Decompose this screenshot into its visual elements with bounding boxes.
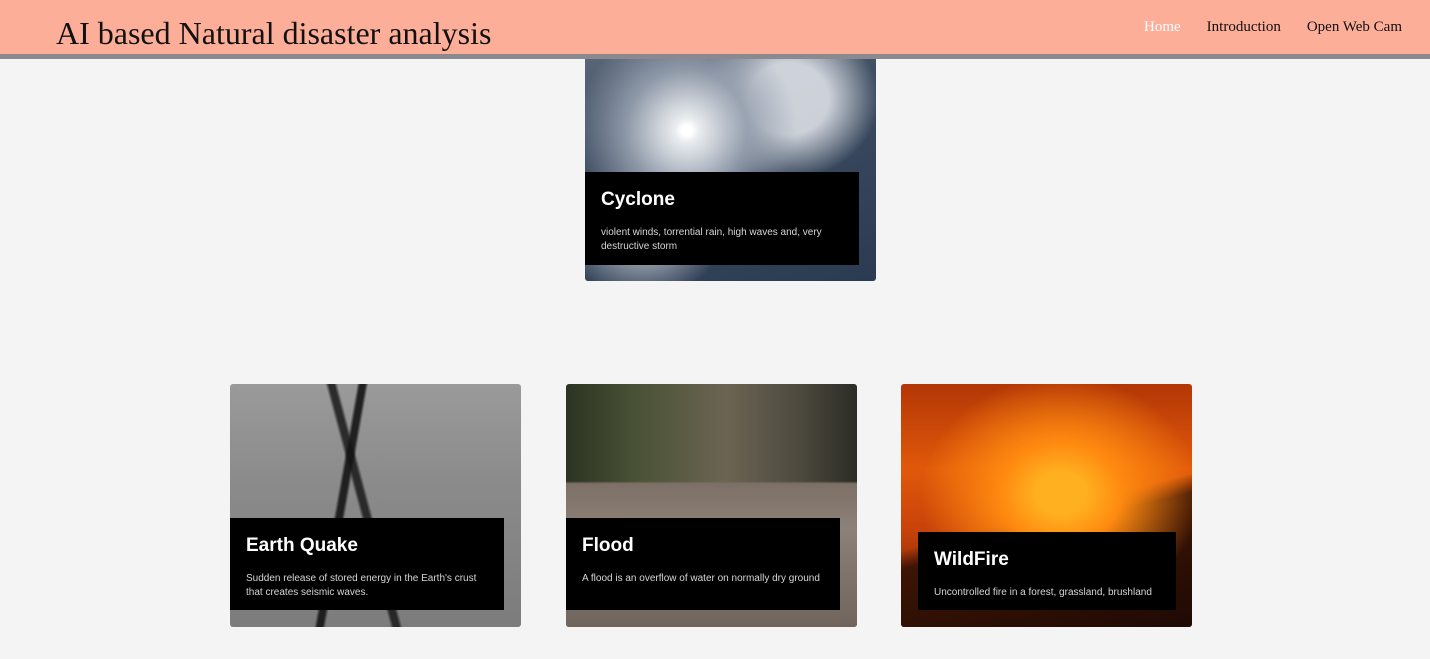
card-title: Cyclone <box>601 189 675 210</box>
card-earth-quake[interactable]: Earth Quake Sudden release of stored ene… <box>230 384 521 627</box>
card-caption: WildFire Uncontrolled fire in a forest, … <box>918 532 1176 610</box>
card-caption: Flood A flood is an overflow of water on… <box>566 518 840 610</box>
card-caption: Earth Quake Sudden release of stored ene… <box>230 518 504 610</box>
card-description: A flood is an overflow of water on norma… <box>582 573 820 584</box>
main-nav: Home Introduction Open Web Cam <box>1144 17 1402 37</box>
card-title: Earth Quake <box>246 535 358 556</box>
card-caption: Cyclone violent winds, torrential rain, … <box>585 172 859 265</box>
nav-link-home[interactable]: Home <box>1144 17 1181 37</box>
nav-link-introduction[interactable]: Introduction <box>1207 17 1281 37</box>
card-wildfire[interactable]: WildFire Uncontrolled fire in a forest, … <box>901 384 1192 627</box>
card-title: WildFire <box>934 549 1009 570</box>
card-description: violent winds, torrential rain, high wav… <box>601 227 822 252</box>
card-description: Sudden release of stored energy in the E… <box>246 573 477 598</box>
card-flood[interactable]: Flood A flood is an overflow of water on… <box>566 384 857 627</box>
site-title: AI based Natural disaster analysis <box>56 15 492 51</box>
card-cyclone[interactable]: Cyclone violent winds, torrential rain, … <box>585 38 876 281</box>
card-description: Uncontrolled fire in a forest, grassland… <box>934 587 1152 598</box>
nav-link-open-web-cam[interactable]: Open Web Cam <box>1307 17 1402 37</box>
top-navbar: AI based Natural disaster analysis Home … <box>0 0 1430 59</box>
card-title: Flood <box>582 535 634 556</box>
